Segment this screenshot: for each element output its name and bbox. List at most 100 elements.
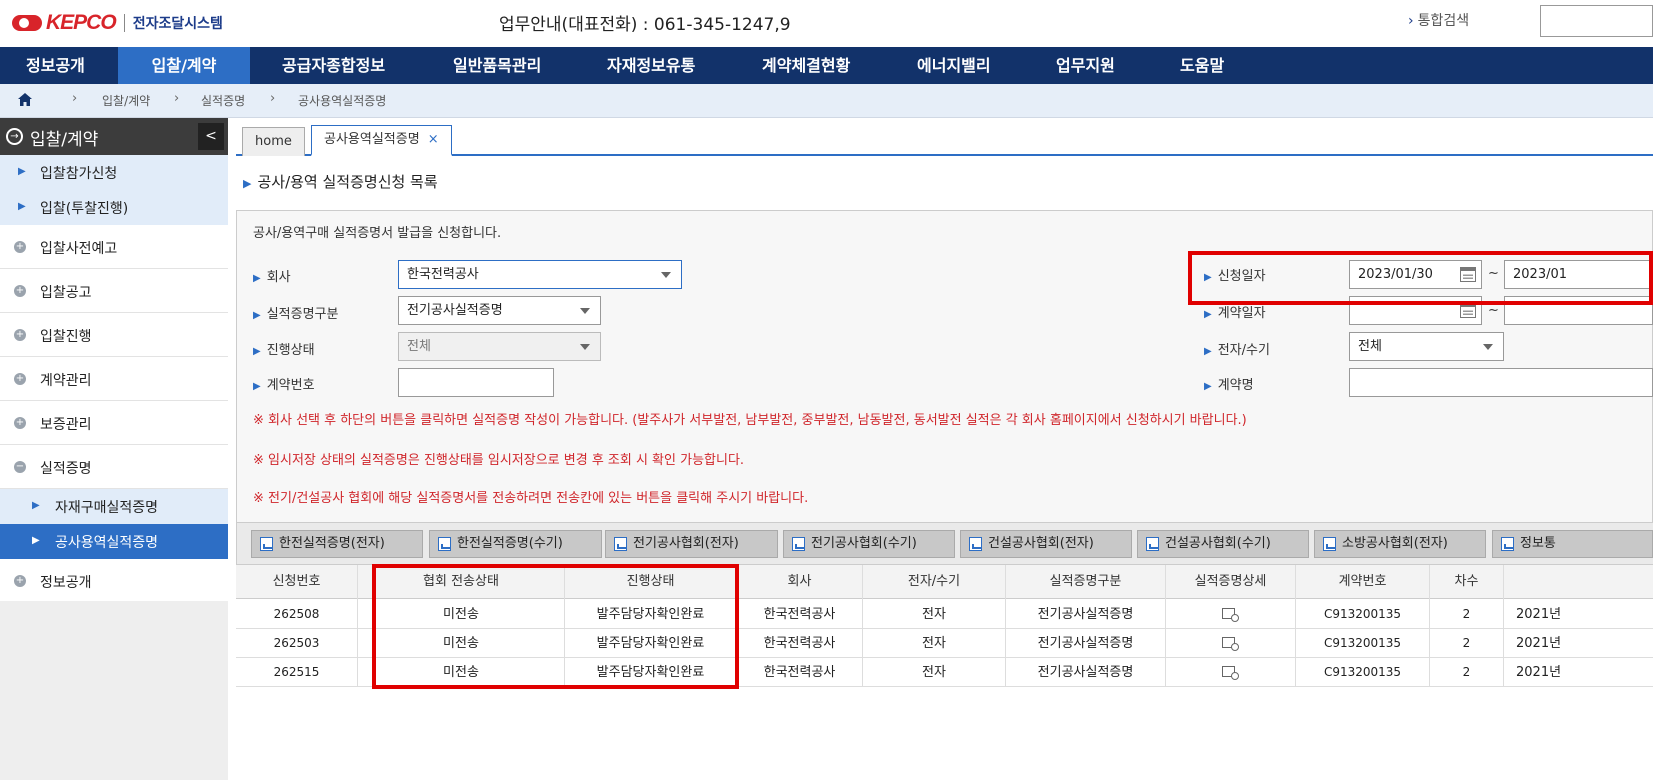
arrow-circle-icon: → (6, 128, 23, 145)
gnb-label: 도움말 (1180, 56, 1225, 75)
contract-name-input[interactable] (1349, 368, 1653, 397)
cell-round: 2 (1430, 629, 1504, 658)
gnb-contract-status[interactable]: 계약체결현황 (762, 47, 892, 84)
magnify-detail-icon[interactable] (1221, 636, 1240, 651)
gnb-energy-valley[interactable]: 에너지밸리 (917, 47, 1037, 84)
elec-assoc-electronic-button[interactable]: 전기공사협회(전자) (605, 530, 778, 558)
column-header[interactable]: 계약번호 (1296, 565, 1430, 600)
column-header[interactable]: 신청번호 (236, 565, 358, 600)
plus-circle-icon: + (14, 575, 26, 587)
kepco-cert-electronic-button[interactable]: 한전실적증명(전자) (251, 530, 423, 558)
chevron-down-icon (1483, 344, 1493, 350)
date-range-separator: ~ (1488, 303, 1499, 318)
gnb-info-disclosure[interactable]: 정보공개 (0, 47, 118, 84)
sidebar-item-material-cert[interactable]: ▶ 자재구매실적증명 (0, 489, 228, 524)
construct-assoc-manual-button[interactable]: 건설공사협회(수기) (1137, 530, 1309, 558)
triangle-right-icon: ▶ (253, 310, 261, 321)
construct-assoc-electronic-button[interactable]: 건설공사협회(전자) (960, 530, 1132, 558)
tab-strip: home 공사용역실적증명 × (236, 118, 1653, 156)
gnb-label: 입찰/계약 (151, 56, 217, 75)
plus-circle-icon: + (14, 373, 26, 385)
cell-request-no: 262515 (236, 658, 358, 687)
cell-contract-no: C913200135 (1296, 600, 1430, 629)
contract-no-label: ▶ 계약번호 (253, 374, 315, 393)
cell-year: 2021년 (1516, 636, 1562, 651)
breadcrumb-item[interactable]: 입찰/계약 (102, 92, 150, 109)
unified-search-link[interactable]: › 통합검색 (1408, 10, 1469, 30)
gnb-label: 에너지밸리 (917, 56, 991, 75)
cell-cert-detail[interactable] (1166, 629, 1296, 658)
cell-round: 2 (1430, 600, 1504, 629)
sidebar-item-bid-progress[interactable]: + 입찰진행 (0, 313, 228, 357)
contract-no-input[interactable] (398, 368, 554, 397)
elec-manual-select[interactable]: 전체 (1349, 332, 1504, 361)
magnify-detail-icon[interactable] (1221, 607, 1240, 622)
gnb-supplier-info[interactable]: 공급자종합정보 (282, 47, 422, 84)
gnb-work-support[interactable]: 업무지원 (1056, 47, 1156, 84)
sidebar-item-bidding[interactable]: ▶ 입찰(투찰진행) (0, 190, 228, 225)
cell-cert-detail[interactable] (1166, 658, 1296, 687)
fire-assoc-electronic-button[interactable]: 소방공사협회(전자) (1314, 530, 1486, 558)
ict-assoc-button[interactable]: 정보통 (1492, 530, 1653, 558)
gnb-material-info[interactable]: 자재정보유통 (607, 47, 737, 84)
triangle-right-icon: ▶ (243, 177, 252, 190)
cell-cert-detail[interactable] (1166, 600, 1296, 629)
breadcrumb-item[interactable]: 공사용역실적증명 (298, 92, 386, 109)
company-select[interactable]: 한국전력공사 (398, 260, 682, 289)
gnb-label: 정보공개 (26, 56, 85, 75)
tab-home[interactable]: home (242, 127, 305, 156)
tab-construction-cert[interactable]: 공사용역실적증명 × (311, 125, 452, 156)
elec-assoc-manual-button[interactable]: 전기공사협회(수기) (783, 530, 955, 558)
chevron-down-icon (580, 308, 590, 314)
tab-label: home (255, 134, 292, 149)
column-header[interactable]: 회사 (737, 565, 863, 600)
column-header[interactable]: 전자/수기 (863, 565, 1006, 600)
column-header[interactable] (1504, 565, 1653, 600)
column-header[interactable]: 실적증명상세 (1166, 565, 1296, 600)
button-label: 전기공사협회(전자) (633, 536, 739, 551)
gnb-label: 자재정보유통 (607, 56, 696, 75)
home-icon[interactable] (18, 93, 32, 106)
magnify-detail-icon[interactable] (1221, 665, 1240, 680)
button-label: 정보통 (1520, 536, 1556, 551)
column-header[interactable]: 실적증명구분 (1006, 565, 1166, 600)
cell-cert-type: 전기공사실적증명 (1006, 629, 1166, 658)
gnb-general-items[interactable]: 일반품목관리 (453, 47, 583, 84)
status-value: 전체 (407, 339, 431, 354)
button-label: 한전실적증명(전자) (279, 536, 385, 551)
cert-type-select[interactable]: 전기공사실적증명 (398, 296, 601, 325)
sidebar-item-guarantee[interactable]: + 보증관리 (0, 401, 228, 445)
sidebar-item-performance-cert[interactable]: − 실적증명 (0, 445, 228, 489)
breadcrumb-item[interactable]: 실적증명 (201, 92, 245, 109)
status-select[interactable]: 전체 (398, 332, 601, 361)
contract-name-label-text: 계약명 (1217, 378, 1254, 393)
notice-text: ※ 임시저장 상태의 실적증명은 진행상태를 임시저장으로 변경 후 조회 시 … (253, 453, 745, 468)
cell-elec-manual: 전자 (863, 600, 1006, 629)
button-label: 한전실적증명(수기) (457, 536, 563, 551)
sidebar-item-bid-registration[interactable]: ▶ 입찰참가신청 (0, 155, 228, 190)
sidebar-item-bid-notice[interactable]: + 입찰공고 (0, 269, 228, 313)
triangle-right-icon: ▶ (1204, 309, 1212, 320)
contract-name-label: ▶ 계약명 (1204, 374, 1254, 393)
highlight-status-columns (372, 564, 739, 689)
gnb-help[interactable]: 도움말 (1180, 47, 1260, 84)
calendar-icon[interactable] (1460, 303, 1476, 318)
gnb-bid-contract[interactable]: 입찰/계약 (118, 47, 250, 84)
sidebar-item-construction-cert[interactable]: ▶ 공사용역실적증명 (0, 524, 228, 559)
sidebar-collapse-button[interactable]: < (198, 123, 224, 150)
sidebar: → 입찰/계약 < ▶ 입찰참가신청 ▶ 입찰(투찰진행) + 입찰사전예고 + 입찰공… (0, 118, 228, 780)
kepco-logo[interactable]: KEPCO 전자조달시스템 (12, 10, 223, 36)
close-icon[interactable]: × (428, 132, 439, 147)
kepco-cert-manual-button[interactable]: 한전실적증명(수기) (429, 530, 602, 558)
column-header[interactable]: 차수 (1430, 565, 1504, 600)
document-edit-icon (969, 537, 982, 551)
breadcrumb: › 입찰/계약 › 실적증명 › 공사용역실적증명 (0, 84, 1653, 118)
system-name: 전자조달시스템 (132, 16, 223, 32)
sidebar-item-label: 자재구매실적증명 (55, 500, 159, 516)
sidebar-item-pre-notice[interactable]: + 입찰사전예고 (0, 225, 228, 269)
top-search-input[interactable] (1540, 5, 1653, 37)
sidebar-item-info-disclosure[interactable]: + 정보공개 (0, 559, 228, 603)
sidebar-item-contract-management[interactable]: + 계약관리 (0, 357, 228, 401)
button-label: 소방공사협회(전자) (1342, 536, 1448, 551)
triangle-right-icon: ▶ (18, 201, 26, 212)
